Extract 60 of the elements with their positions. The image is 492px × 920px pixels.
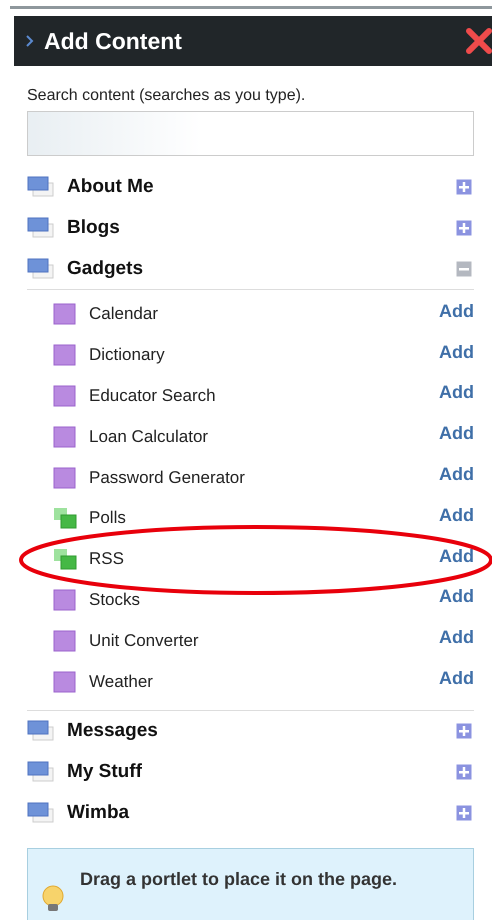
item-name: Weather [89, 672, 154, 692]
search-label: Search content (searches as you type). [27, 87, 306, 105]
category-row[interactable]: Blogs [27, 207, 474, 248]
square-icon [53, 466, 77, 489]
expand-button[interactable] [456, 723, 472, 740]
item-name: Polls [89, 508, 127, 528]
category-row[interactable]: My Stuff [27, 752, 474, 793]
square-icon [53, 670, 77, 693]
window-icon [27, 258, 55, 280]
item-name: Unit Converter [89, 630, 200, 651]
add-link[interactable]: Add [439, 342, 474, 363]
lightbulb-icon [40, 884, 66, 913]
window-icon [27, 761, 55, 784]
add-link[interactable]: Add [439, 546, 474, 567]
window-icon [27, 216, 55, 238]
category-row[interactable]: Messages [27, 710, 474, 752]
search-field[interactable] [27, 111, 474, 156]
close-button[interactable] [466, 28, 492, 54]
window-icon [27, 802, 55, 824]
square-icon [53, 426, 77, 448]
stacked-squares-icon [53, 548, 77, 570]
window-icon [27, 176, 55, 198]
square-icon [53, 303, 77, 326]
add-link[interactable]: Add [439, 504, 474, 526]
item-name: Stocks [89, 590, 142, 610]
category-name: Blogs [67, 216, 121, 238]
expand-button[interactable] [456, 764, 472, 780]
item-name: Password Generator [89, 468, 246, 488]
square-icon [53, 384, 77, 407]
hint-text: Drag a portlet to place it on the page. [80, 868, 398, 891]
add-link[interactable]: Add [439, 300, 474, 322]
add-link[interactable]: Add [439, 423, 474, 444]
item-name: Calendar [89, 304, 159, 324]
square-icon [53, 588, 77, 611]
stacked-squares-icon [53, 507, 77, 530]
add-link[interactable]: Add [439, 464, 474, 486]
category-name: Wimba [67, 802, 130, 824]
item-name: Loan Calculator [89, 426, 210, 447]
expand-button[interactable] [456, 178, 472, 194]
category-row[interactable]: Wimba [27, 792, 474, 834]
collapse-button[interactable] [456, 260, 472, 276]
category-row[interactable]: About Me [27, 166, 474, 207]
square-icon [53, 344, 77, 366]
add-link[interactable]: Add [439, 382, 474, 404]
category-name: Gadgets [67, 258, 144, 280]
category-name: Messages [67, 720, 159, 742]
item-name: Dictionary [89, 345, 166, 366]
expand-button[interactable] [456, 805, 472, 822]
add-link[interactable]: Add [439, 668, 474, 690]
panel-title: Add Content [44, 28, 183, 54]
category-name: My Stuff [67, 761, 143, 784]
category-name: About Me [67, 176, 155, 198]
item-name: Educator Search [89, 386, 217, 406]
expand-button[interactable] [456, 220, 472, 236]
window-icon [27, 720, 55, 742]
square-icon [53, 630, 77, 652]
chevron-icon [26, 35, 34, 47]
item-name: RSS [89, 549, 125, 570]
add-link[interactable]: Add [439, 627, 474, 648]
add-link[interactable]: Add [439, 586, 474, 608]
